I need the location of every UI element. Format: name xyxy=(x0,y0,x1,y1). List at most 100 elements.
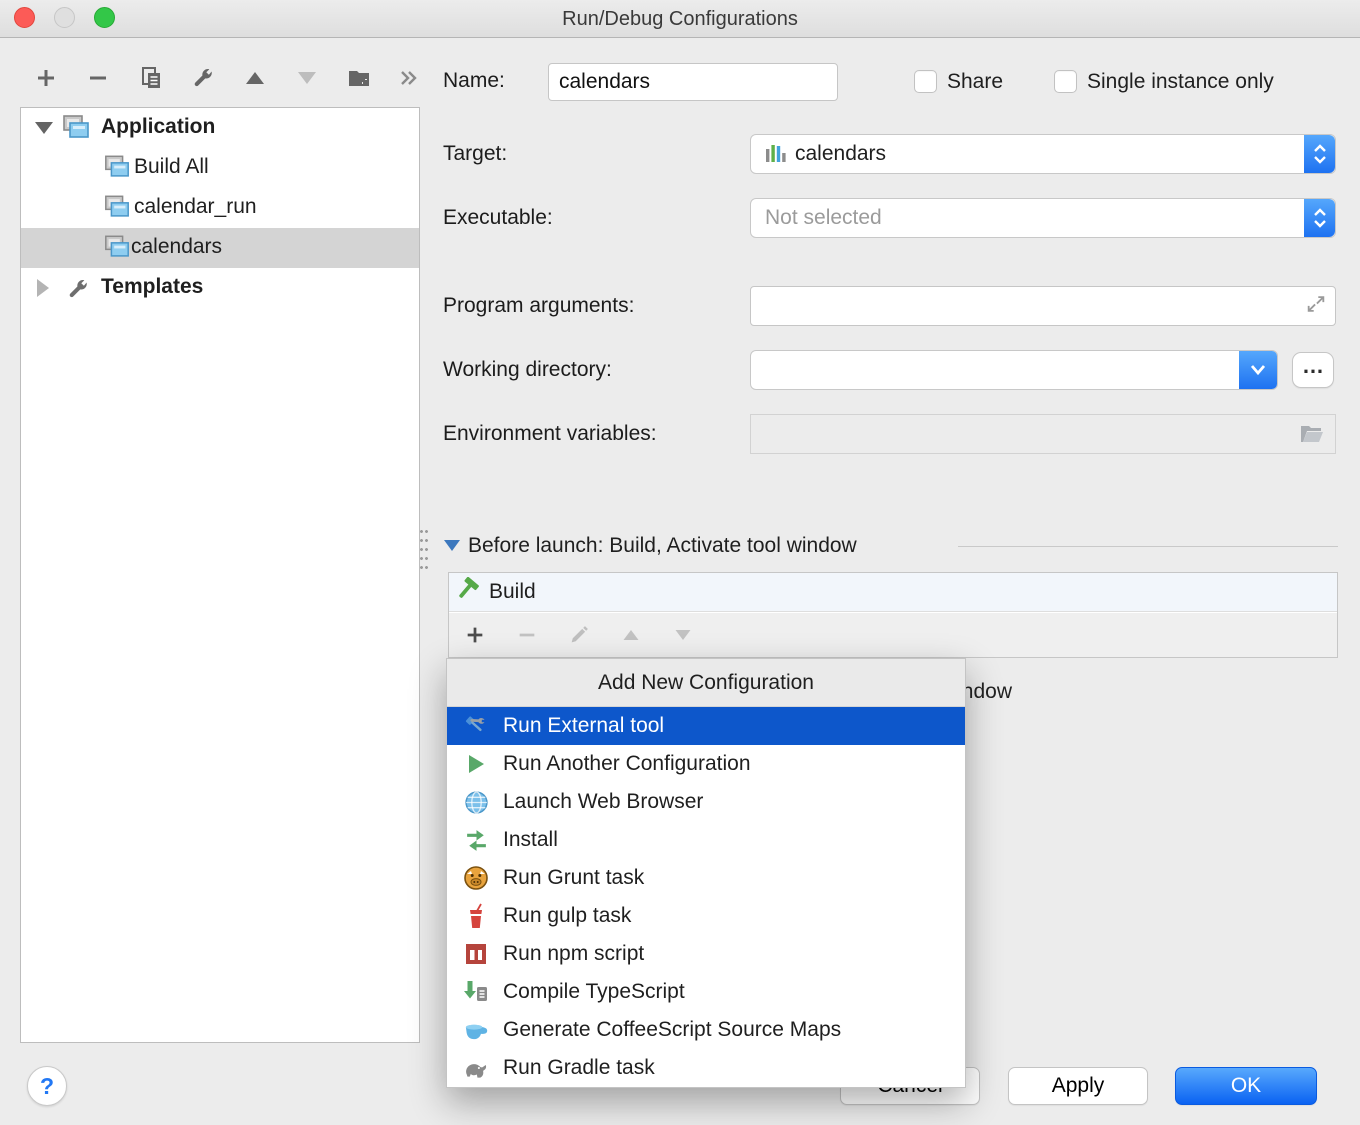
single-instance-checkbox[interactable] xyxy=(1054,70,1077,93)
coffeescript-icon xyxy=(463,1018,489,1043)
splitter-grip[interactable] xyxy=(419,527,430,571)
new-folder-icon xyxy=(347,66,373,90)
expand-field-icon[interactable] xyxy=(1305,293,1327,315)
gradle-icon xyxy=(463,1056,489,1080)
play-icon xyxy=(464,752,488,776)
executable-placeholder: Not selected xyxy=(751,206,882,230)
question-icon: ? xyxy=(40,1073,54,1100)
executable-select[interactable]: Not selected xyxy=(750,198,1336,238)
remove-configuration-button[interactable] xyxy=(84,64,112,92)
arrow-down-icon xyxy=(295,66,319,90)
collapse-section-icon[interactable] xyxy=(444,540,460,551)
ellipsis-label: … xyxy=(1302,353,1324,379)
section-divider xyxy=(958,546,1338,547)
help-button[interactable]: ? xyxy=(27,1066,67,1106)
executable-label: Executable: xyxy=(443,206,553,230)
share-checkbox[interactable] xyxy=(914,70,937,93)
before-launch-toolbar xyxy=(449,613,1337,657)
open-folder-icon[interactable] xyxy=(1299,423,1325,445)
menu-item-launch-web-browser[interactable]: Launch Web Browser xyxy=(447,783,965,821)
application-icon xyxy=(103,155,131,180)
program-arguments-label: Program arguments: xyxy=(443,294,634,318)
collapsed-triangle-icon[interactable] xyxy=(37,279,49,297)
stepper-icon[interactable] xyxy=(1304,199,1335,237)
expanded-triangle-icon[interactable] xyxy=(35,122,53,134)
working-directory-combo[interactable] xyxy=(750,350,1278,390)
menu-item-run-gradle-task[interactable]: Run Gradle task xyxy=(447,1049,965,1087)
target-value: calendars xyxy=(795,142,886,166)
copy-icon xyxy=(139,66,163,90)
name-input[interactable] xyxy=(548,63,838,101)
add-configuration-button[interactable] xyxy=(32,64,60,92)
apply-button[interactable]: Apply xyxy=(1008,1067,1148,1105)
edit-task-button[interactable] xyxy=(553,617,605,653)
environment-variables-label: Environment variables: xyxy=(443,422,657,446)
before-launch-list: Build xyxy=(448,572,1338,658)
arrow-up-icon xyxy=(621,625,641,645)
tree-item-build-all[interactable]: Build All xyxy=(21,148,419,188)
configurations-tree: Application Build All calendar_run calen… xyxy=(20,107,420,1043)
dropdown-chevron-icon[interactable] xyxy=(1239,351,1277,389)
tree-item-calendar-run[interactable]: calendar_run xyxy=(21,188,419,228)
wrench-icon xyxy=(191,66,215,90)
application-icon xyxy=(103,235,131,260)
move-task-down-button[interactable] xyxy=(657,617,709,653)
pencil-icon xyxy=(568,624,590,646)
browse-button[interactable]: … xyxy=(1292,352,1334,388)
plus-icon xyxy=(464,624,486,646)
application-icon xyxy=(61,115,91,141)
move-task-up-button[interactable] xyxy=(605,617,657,653)
tree-item-application[interactable]: Application xyxy=(21,108,419,148)
target-select[interactable]: calendars xyxy=(750,134,1336,174)
edit-templates-button[interactable] xyxy=(189,64,217,92)
working-directory-label: Working directory: xyxy=(443,358,612,382)
create-folder-button[interactable] xyxy=(346,64,374,92)
popup-title: Add New Configuration xyxy=(447,659,965,707)
menu-item-run-grunt-task[interactable]: Run Grunt task xyxy=(447,859,965,897)
tree-item-calendars[interactable]: calendars xyxy=(21,228,419,268)
copy-configuration-button[interactable] xyxy=(137,64,165,92)
chevron-double-right-icon xyxy=(397,68,419,88)
menu-item-generate-coffeescript-source-maps[interactable]: Generate CoffeeScript Source Maps xyxy=(447,1011,965,1049)
menu-item-compile-typescript[interactable]: Compile TypeScript xyxy=(447,973,965,1011)
more-actions-button[interactable] xyxy=(394,64,422,92)
program-arguments-input[interactable] xyxy=(750,286,1336,326)
before-launch-item-build[interactable]: Build xyxy=(449,573,1337,612)
build-item-label: Build xyxy=(489,580,536,604)
hammer-icon xyxy=(455,577,483,607)
add-new-configuration-popup: Add New Configuration Run External tool … xyxy=(446,658,966,1088)
menu-item-install[interactable]: Install xyxy=(447,821,965,859)
menu-item-run-npm-script[interactable]: Run npm script xyxy=(447,935,965,973)
npm-icon xyxy=(464,942,488,966)
name-label: Name: xyxy=(443,69,505,93)
arrow-down-icon xyxy=(673,625,693,645)
ok-button[interactable]: OK xyxy=(1175,1067,1317,1105)
grunt-icon xyxy=(463,865,489,891)
minus-icon xyxy=(86,66,110,90)
share-label: Share xyxy=(947,70,1003,94)
move-down-button[interactable] xyxy=(293,64,321,92)
arrow-up-icon xyxy=(243,66,267,90)
tree-item-templates[interactable]: Templates xyxy=(21,268,419,308)
single-instance-label: Single instance only xyxy=(1087,70,1274,94)
window-title: Run/Debug Configurations xyxy=(0,8,1360,31)
target-label: Target: xyxy=(443,142,507,166)
plus-icon xyxy=(34,66,58,90)
external-tool-icon xyxy=(463,713,489,739)
move-up-button[interactable] xyxy=(241,64,269,92)
wrench-icon xyxy=(65,277,91,301)
before-launch-header: Before launch: Build, Activate tool wind… xyxy=(468,534,857,558)
minus-icon xyxy=(516,624,538,646)
environment-variables-field[interactable] xyxy=(750,414,1336,454)
add-task-button[interactable] xyxy=(449,617,501,653)
gulp-icon xyxy=(465,903,487,929)
remove-task-button[interactable] xyxy=(501,617,553,653)
titlebar: Run/Debug Configurations xyxy=(0,0,1360,38)
menu-item-run-gulp-task[interactable]: Run gulp task xyxy=(447,897,965,935)
globe-icon xyxy=(464,790,489,815)
menu-item-run-another-configuration[interactable]: Run Another Configuration xyxy=(447,745,965,783)
stepper-icon[interactable] xyxy=(1304,135,1335,173)
menu-item-run-external-tool[interactable]: Run External tool xyxy=(447,707,965,745)
application-icon xyxy=(103,195,131,220)
typescript-icon xyxy=(463,979,489,1005)
